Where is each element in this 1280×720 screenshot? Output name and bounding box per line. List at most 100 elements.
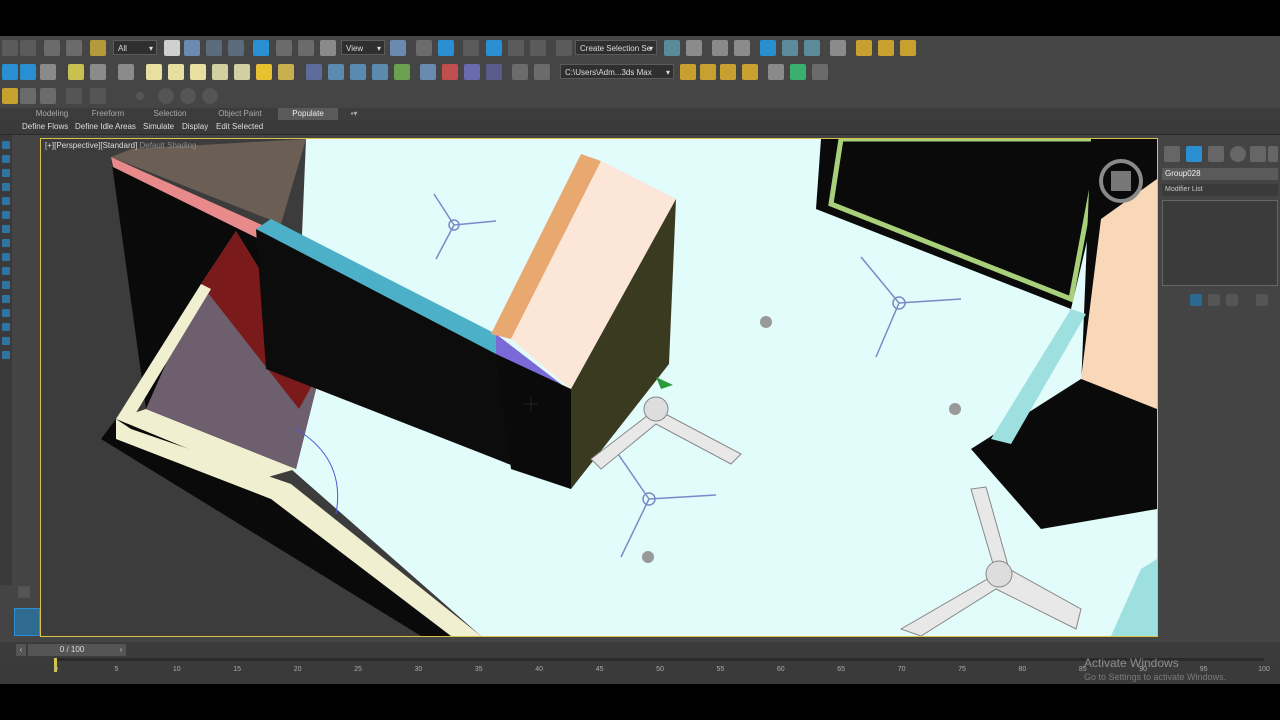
project-path-dropdown[interactable]: C:\Users\Adm...3ds Max 2023 [560,64,674,92]
color-icon[interactable] [442,64,458,80]
make-unique-icon[interactable] [1226,294,1238,306]
region-select-icon[interactable] [206,40,222,56]
scale-icon[interactable] [298,40,314,56]
window-crossing-icon[interactable] [228,40,244,56]
tool-icon[interactable] [2,225,10,233]
tool-icon[interactable] [2,253,10,261]
tab-modeling[interactable]: Modeling [18,108,86,120]
tool-icon[interactable] [2,183,10,191]
curve-editor-icon[interactable] [782,40,798,56]
perspective-viewport[interactable]: [+][Perspective][Standard] Default Shadi… [40,138,1158,637]
rotate-icon[interactable] [276,40,292,56]
plane-icon[interactable] [146,64,162,80]
unlink-icon[interactable] [66,40,82,56]
object-name-field[interactable]: Group028 [1162,168,1278,180]
utilities-tab-icon[interactable] [1268,146,1278,162]
viewport-menu-plus[interactable]: [+] [45,141,54,150]
circle-icon[interactable] [158,88,174,104]
tool-icon[interactable] [2,323,10,331]
viewport-shading-label[interactable]: Default Shading [140,141,197,150]
keyboard-shortcut-icon[interactable] [438,40,454,56]
align-icon[interactable] [686,40,702,56]
project-folder-icon[interactable] [680,64,696,80]
define-flows-button[interactable]: Define Flows [22,120,68,134]
tab-selection[interactable]: Selection [142,108,198,120]
ribbon-toggle-icon[interactable] [760,40,776,56]
edit-named-selection-icon[interactable] [556,40,572,56]
map-icon[interactable] [486,64,502,80]
motion-tab-icon[interactable] [1230,146,1246,162]
undo-icon[interactable] [2,40,18,56]
material-editor-icon[interactable] [830,40,846,56]
tool-icon[interactable] [2,141,10,149]
sun-icon[interactable] [256,64,272,80]
percent-snap-icon[interactable] [508,40,524,56]
modify-tab-icon[interactable] [1186,146,1202,162]
space-warp-icon[interactable] [328,64,344,80]
tool-b-icon[interactable] [90,88,106,104]
layer-icon[interactable] [2,88,18,104]
particle-icon[interactable] [306,64,322,80]
cone-icon[interactable] [234,64,250,80]
tool-icon[interactable] [2,295,10,303]
container-icon[interactable] [20,64,36,80]
next-frame-button[interactable]: › [116,644,126,656]
snap-icon[interactable] [463,40,479,56]
viewport-view-label[interactable]: [Perspective] [54,141,100,150]
render-icon[interactable] [900,40,916,56]
create-icon[interactable] [2,64,18,80]
link-icon[interactable] [44,40,60,56]
modifier-stack[interactable] [1162,200,1278,286]
manipulate-icon[interactable] [416,40,432,56]
help-icon[interactable] [534,64,550,80]
circle-icon[interactable] [180,88,196,104]
skylight-icon[interactable] [278,64,294,80]
camera-icon[interactable] [90,64,106,80]
placement-icon[interactable] [320,40,336,56]
time-slider[interactable]: 0 / 100 [28,644,116,656]
tab-freeform[interactable]: Freeform [86,108,130,120]
tool-icon[interactable] [2,351,10,359]
hierarchy-tab-icon[interactable] [1208,146,1224,162]
foliage-icon[interactable] [394,64,410,80]
tool-icon[interactable] [2,155,10,163]
tool-icon[interactable] [2,309,10,317]
tool-icon[interactable] [2,211,10,219]
angle-snap-icon[interactable] [486,40,502,56]
tab-populate[interactable]: Populate [278,108,338,120]
check-icon[interactable] [790,64,806,80]
recent-folder-icon[interactable] [720,64,736,80]
viewcube-box[interactable] [1111,171,1131,191]
selection-filter-dropdown[interactable]: All [113,40,157,56]
modifier-list-dropdown[interactable]: Modifier List [1162,184,1278,196]
tool-icon[interactable] [2,239,10,247]
create-tab-icon[interactable] [1164,146,1180,162]
pin-stack-icon[interactable] [1190,294,1202,306]
viewcube-mini-icon[interactable] [14,608,40,636]
tool-icon[interactable] [2,267,10,275]
select-by-name-icon[interactable] [184,40,200,56]
motion-icon[interactable] [372,64,388,80]
tool-icon[interactable] [2,337,10,345]
display-button[interactable]: Display [182,120,208,134]
prev-frame-button[interactable]: ‹ [16,644,26,656]
redo-icon[interactable] [20,40,36,56]
dot-icon[interactable] [136,92,144,100]
question-icon[interactable] [40,88,56,104]
material-icon[interactable] [464,64,480,80]
list-icon[interactable] [20,88,36,104]
viewport-standard-label[interactable]: [Standard] [100,141,137,150]
pivot-icon[interactable] [390,40,406,56]
schematic-view-icon[interactable] [804,40,820,56]
scene-explorer-icon[interactable] [712,40,728,56]
move-icon[interactable] [253,40,269,56]
asset-folder-icon[interactable] [742,64,758,80]
tab-object-paint[interactable]: Object Paint [206,108,274,120]
play-mini-button[interactable] [18,586,30,598]
helper-icon[interactable] [118,64,134,80]
layer-explorer-icon[interactable] [734,40,750,56]
light-icon[interactable] [68,64,84,80]
cylinder-icon[interactable] [212,64,228,80]
viewport-label[interactable]: [+][Perspective][Standard] Default Shadi… [45,141,196,150]
sphere-icon[interactable] [168,64,184,80]
